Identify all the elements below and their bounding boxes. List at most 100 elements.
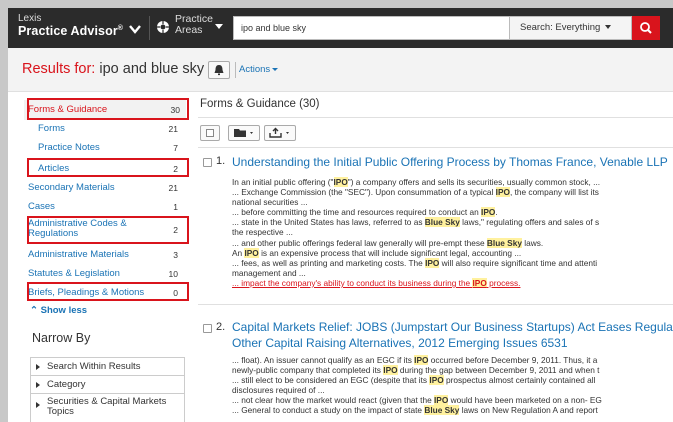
share-button[interactable] xyxy=(264,125,296,141)
result-title-link[interactable]: Capital Markets Relief: JOBS (Jumpstart … xyxy=(232,320,673,334)
snippet-text: ... state in the United States has laws,… xyxy=(232,217,425,228)
snippet-text: . xyxy=(495,207,498,218)
snippet-text: ... fees, as well as printing and market… xyxy=(232,257,426,268)
snippet-text: , the company will list its xyxy=(509,187,599,198)
result-title-link[interactable]: Understanding the Initial Public Offerin… xyxy=(232,155,673,169)
snippet-text: ... before committing the time and resou… xyxy=(232,207,482,218)
results-bar: Results for: ipo and blue sky Actions xyxy=(8,48,673,92)
narrow-category[interactable]: Category xyxy=(30,375,185,395)
narrow-by-heading: Narrow By xyxy=(32,331,91,345)
facet-statutes-legislation[interactable]: Statutes & Legislation 10 xyxy=(24,265,184,283)
keyword-highlight: IPO xyxy=(481,207,496,218)
caret-right-icon xyxy=(36,402,40,408)
folder-icon xyxy=(234,129,253,137)
divider xyxy=(198,304,673,305)
keyword-highlight: Blue Sky xyxy=(424,405,460,416)
search-scope-dropdown[interactable]: Search: Everything xyxy=(509,16,632,40)
result-number: 1. xyxy=(216,155,226,167)
snippet-line: management and ... xyxy=(232,268,673,278)
checkbox-icon xyxy=(206,129,214,137)
snippet-line: ... impact the company's ability to cond… xyxy=(232,277,673,288)
snippet-text: ... Exchange Commission (the "SEC"). Upo… xyxy=(232,187,496,198)
search-scope-label: Search: Everything xyxy=(520,22,601,33)
result-checkbox[interactable] xyxy=(203,158,212,167)
practice-areas-icon xyxy=(157,21,169,33)
narrow-search-within[interactable]: Search Within Results xyxy=(30,357,185,377)
chevron-up-icon: ⌃ xyxy=(30,305,38,316)
results-query: ipo and blue sky xyxy=(95,61,205,77)
snippet-line: ... state in the United States has laws,… xyxy=(232,217,673,228)
result-snippets: In an initial public offering ("IPO") a … xyxy=(232,177,673,288)
caret-right-icon xyxy=(36,364,40,370)
snippet-text: ... not clear how the market would react… xyxy=(232,395,434,406)
snippet-text: ... float). An issuer cannot qualify as … xyxy=(232,355,415,365)
snippet-text: laws on New Regulation A and report xyxy=(459,405,598,416)
highlight-box xyxy=(27,282,189,301)
snippet-line: newly-public company that completed its … xyxy=(232,365,673,376)
header-divider xyxy=(149,16,150,40)
facet-practice-notes[interactable]: Practice Notes 7 xyxy=(24,139,184,157)
keyword-highlight: IPO xyxy=(429,375,444,386)
actions-divider xyxy=(235,62,236,78)
snippet-line: ... still elect to be considered an EGC … xyxy=(232,375,673,386)
snippet-text: ... still elect to be considered an EGC … xyxy=(232,375,430,386)
facet-secondary-materials[interactable]: Secondary Materials 21 xyxy=(24,179,184,197)
practice-areas-menu[interactable]: Practice Areas xyxy=(175,13,213,37)
caret-right-icon xyxy=(36,382,40,388)
keyword-highlight: IPO xyxy=(425,257,440,268)
facet-forms[interactable]: Forms 21 xyxy=(24,120,184,138)
snippet-text: will also require significant time and a… xyxy=(439,257,598,268)
result-checkbox[interactable] xyxy=(203,324,212,333)
snippet-text: newly-public company that completed its xyxy=(232,365,384,376)
snippet-text: would have been marketed on a non- EG xyxy=(448,395,602,406)
caret-down-icon xyxy=(272,67,279,71)
actions-dropdown[interactable]: Actions xyxy=(239,64,279,75)
keyword-highlight: IPO xyxy=(495,187,510,198)
snippet-text: ... impact the company's ability to cond… xyxy=(232,277,473,288)
narrow-securities-topics[interactable]: Securities & Capital Markets Topics xyxy=(30,393,185,422)
snippet-text: the respective ... xyxy=(232,227,293,238)
results-label: Results for: xyxy=(22,61,96,77)
keyword-highlight: IPO xyxy=(434,395,449,406)
snippet-text: laws. xyxy=(521,237,544,248)
snippet-line: ... and other public offerings federal l… xyxy=(232,237,673,248)
show-less-link[interactable]: ⌃ Show less xyxy=(6,305,87,316)
logo-line2: Practice Advisor® xyxy=(18,23,124,38)
snippet-line: ... Exchange Commission (the "SEC"). Upo… xyxy=(232,187,673,198)
caret-down-icon xyxy=(605,25,612,30)
share-icon xyxy=(269,127,289,138)
snippet-line: ... before committing the time and resou… xyxy=(232,207,673,218)
window-frame-left xyxy=(0,0,8,422)
facet-cases[interactable]: Cases 1 xyxy=(24,198,184,216)
snippet-text: laws," regulating offers and sales of s xyxy=(459,217,600,228)
snippet-text: is an expensive process that will includ… xyxy=(258,247,522,258)
app-logo[interactable]: Lexis Practice Advisor® xyxy=(18,13,124,38)
result-snippets: ... float). An issuer cannot qualify as … xyxy=(232,355,673,416)
highlight-box xyxy=(27,216,189,244)
snippet-line: disclosures required of ... xyxy=(232,385,673,395)
bell-icon xyxy=(214,65,224,76)
snippet-text: prospectus almost certainly contained al… xyxy=(443,375,596,386)
folder-button[interactable] xyxy=(228,125,260,141)
snippet-text: In an initial public offering (" xyxy=(232,177,334,187)
actions-label: Actions xyxy=(239,64,271,75)
chevron-down-icon[interactable] xyxy=(128,22,142,36)
snippet-text: process. xyxy=(486,277,521,288)
select-all-checkbox[interactable] xyxy=(200,125,220,141)
keyword-highlight: IPO xyxy=(333,177,348,187)
snippet-text: ... and other public offerings federal l… xyxy=(232,237,487,248)
snippet-line: ... fees, as well as printing and market… xyxy=(232,257,673,268)
result-title-link-line2[interactable]: Other Capital Raising Alternatives, 2012… xyxy=(232,336,673,350)
alert-button[interactable] xyxy=(208,61,230,79)
divider xyxy=(198,117,673,118)
keyword-highlight: IPO xyxy=(244,247,259,258)
facet-administrative-materials[interactable]: Administrative Materials 3 xyxy=(24,246,184,264)
highlight-box xyxy=(27,158,189,177)
snippet-text: disclosures required of ... xyxy=(232,385,325,396)
practice-areas-line2: Areas xyxy=(175,24,203,37)
snippet-text: national securities ... xyxy=(232,197,308,208)
search-input[interactable]: ipo and blue sky xyxy=(233,16,516,40)
section-title: Forms & Guidance (30) xyxy=(200,98,320,110)
search-button[interactable] xyxy=(632,16,660,40)
snippet-text: An xyxy=(232,247,245,258)
